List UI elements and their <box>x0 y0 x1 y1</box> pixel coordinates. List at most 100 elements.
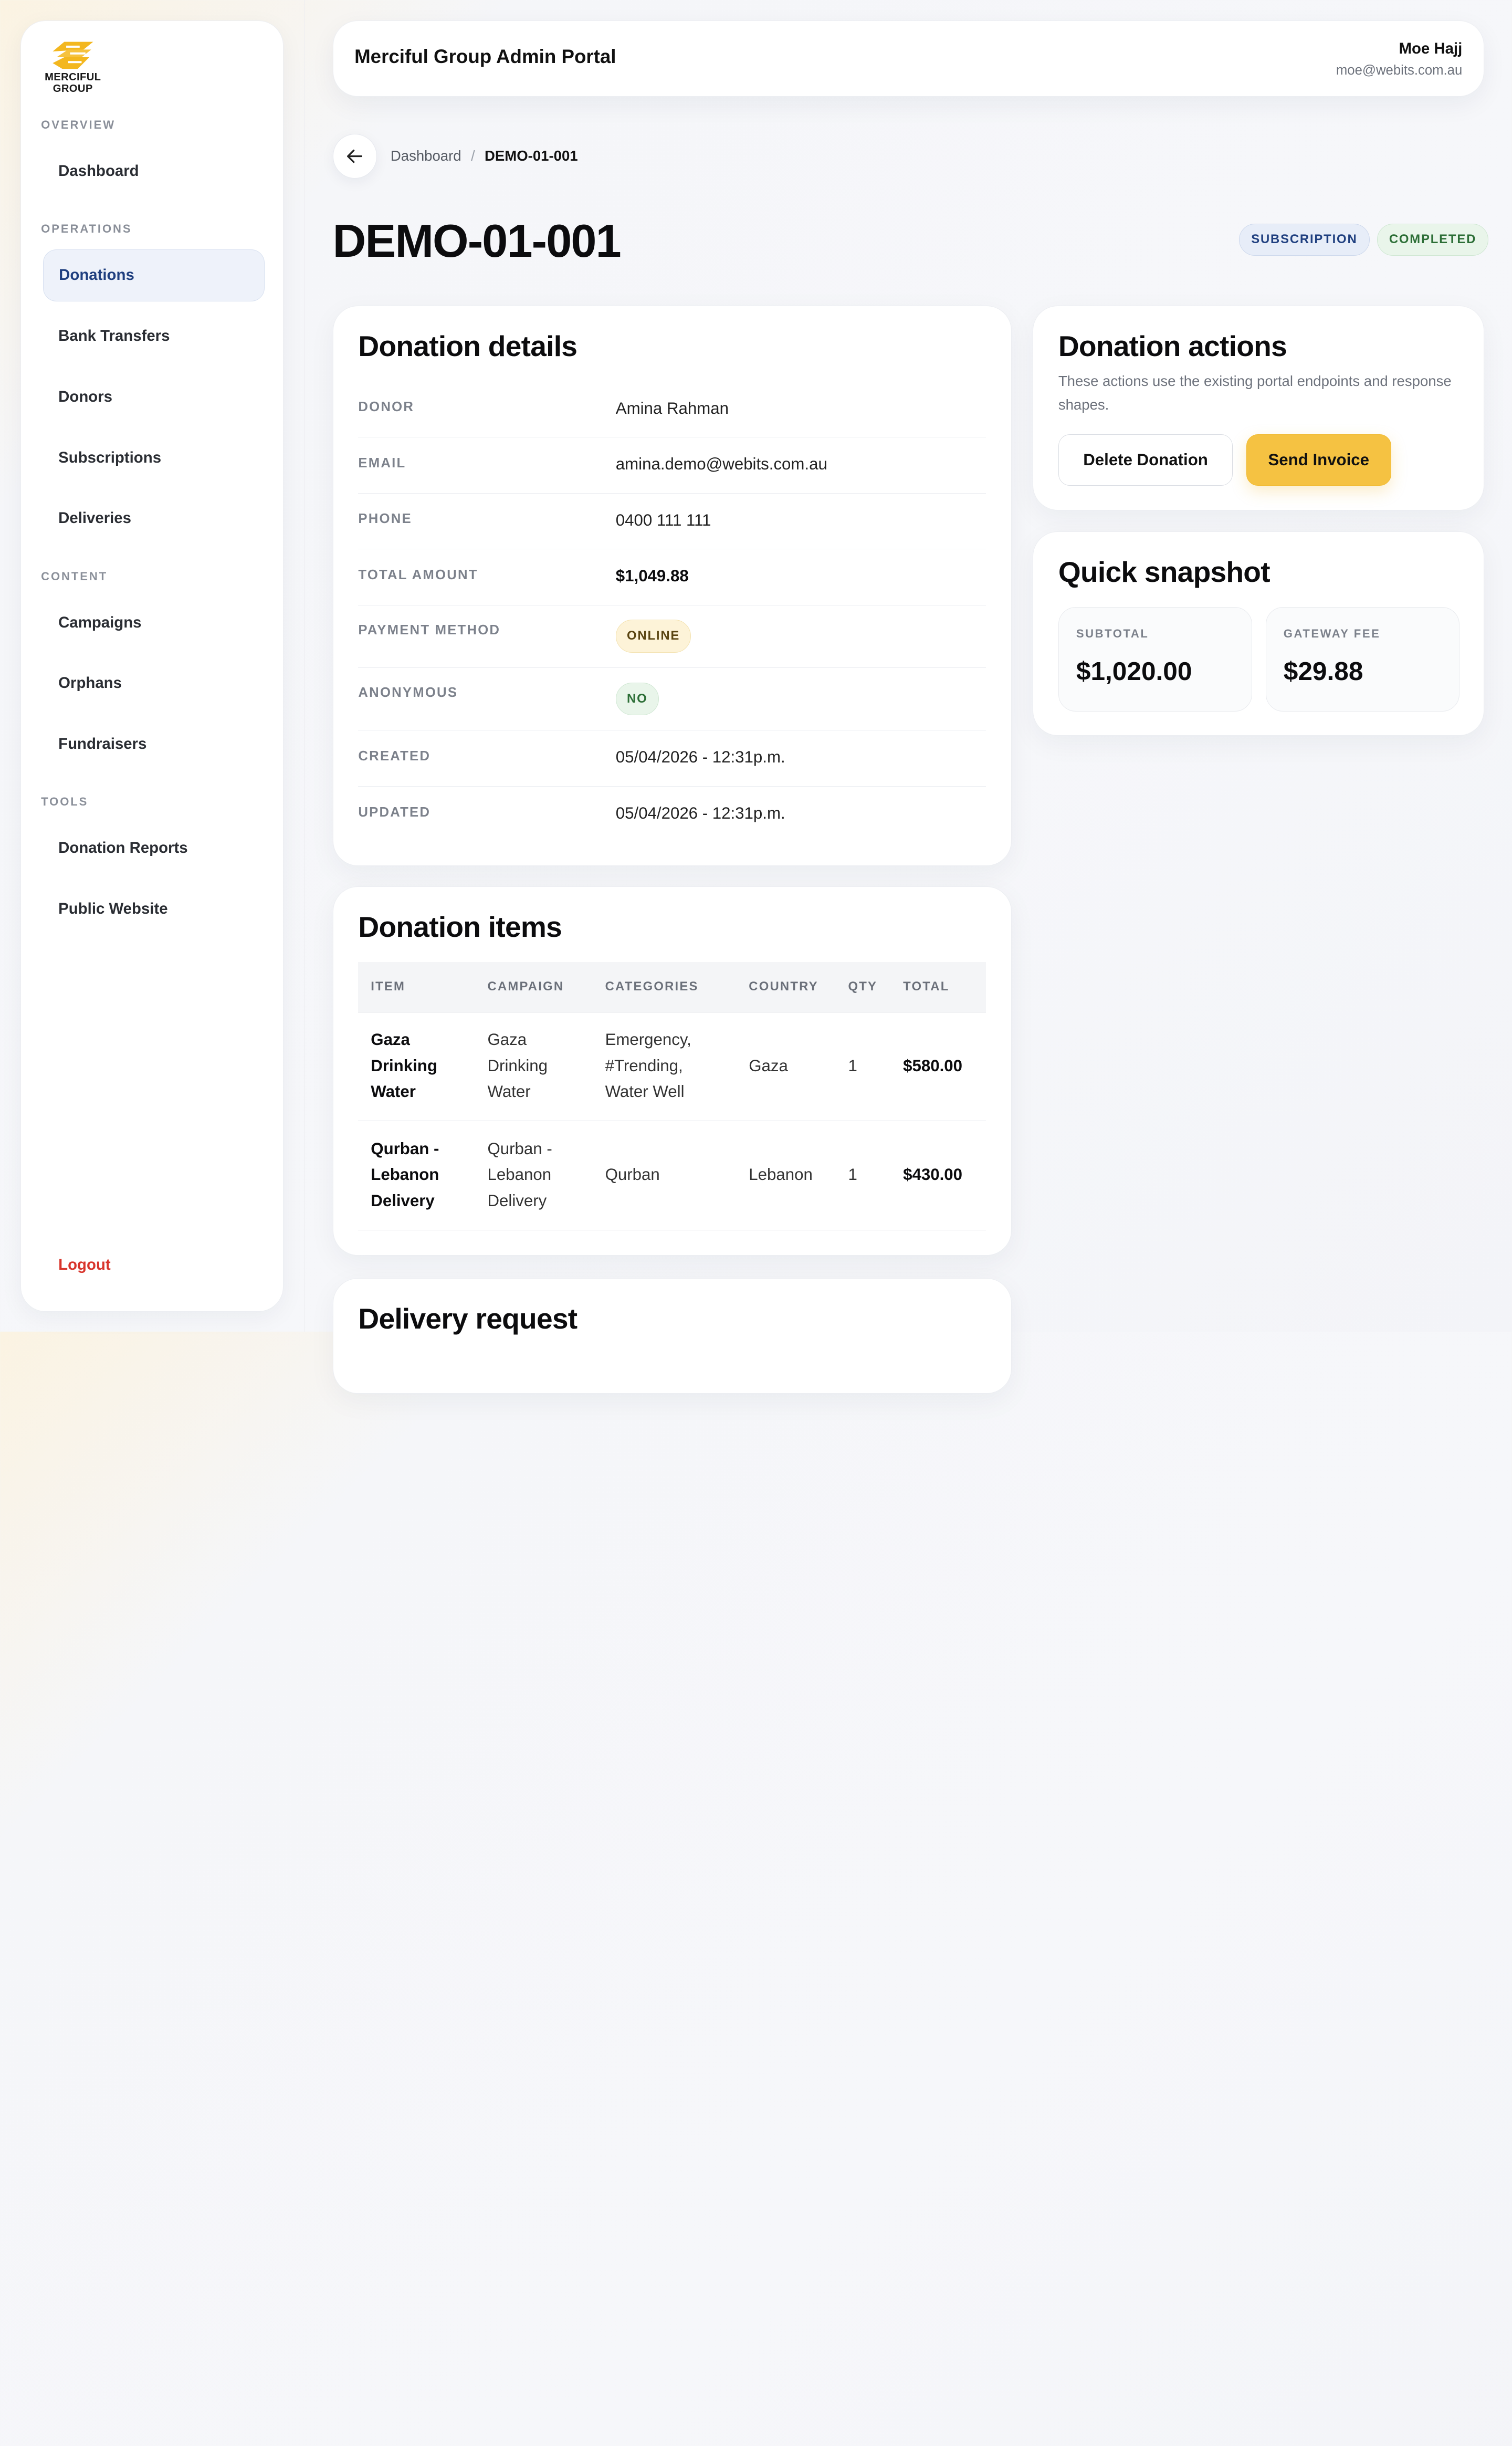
gateway-fee-value: $29.88 <box>1283 656 1363 686</box>
item-name-line: Gaza <box>371 1030 410 1049</box>
campaign-line: Drinking <box>487 1056 548 1075</box>
sidebar-item-bank-transfers[interactable]: Bank Transfers <box>43 310 265 362</box>
updated-value: 05/04/2026 - 12:31p.m. <box>615 803 785 822</box>
detail-label: ANONYMOUS <box>358 685 458 701</box>
brand-logo[interactable]: MERCIFUL GROUP <box>40 40 106 98</box>
top-header: Merciful Group Admin Portal Moe Hajj moe… <box>332 20 1484 97</box>
detail-row-donor: DONOR Amina Rahman <box>358 383 986 437</box>
nav-section-operations: OPERATIONS <box>41 222 132 236</box>
campaign-line: Gaza <box>487 1030 527 1049</box>
nav-section-overview: OVERVIEW <box>41 118 116 132</box>
total-amount-value: $1,049.88 <box>615 567 689 586</box>
quick-snapshot-card: Quick snapshot SUBTOTAL $1,020.00 GATEWA… <box>1033 531 1484 736</box>
column-header-categories: CATEGORIES <box>605 979 699 994</box>
breadcrumb: Dashboard / DEMO-01-001 <box>391 148 578 164</box>
detail-row-updated: UPDATED 05/04/2026 - 12:31p.m. <box>358 787 986 843</box>
detail-row-phone: PHONE 0400 111 111 <box>358 494 986 550</box>
item-name-line: Lebanon <box>371 1165 439 1184</box>
stat-label: SUBTOTAL <box>1076 626 1149 640</box>
email-value[interactable]: amina.demo@webits.com.au <box>616 455 827 474</box>
sidebar-item-donors[interactable]: Donors <box>43 371 265 423</box>
page-title: DEMO-01-001 <box>332 214 622 267</box>
detail-label: DONOR <box>358 400 415 415</box>
donation-actions-description: These actions use the existing portal en… <box>1058 373 1452 413</box>
column-header-country: COUNTRY <box>749 979 818 994</box>
table-row[interactable]: Gaza Drinking Water Gaza Drinking Water … <box>358 1012 986 1122</box>
item-name-line: Water <box>371 1082 416 1101</box>
back-button[interactable] <box>332 134 377 179</box>
user-email: moe@webits.com.au <box>1336 63 1463 78</box>
detail-row-anonymous: ANONYMOUS NO <box>358 668 986 731</box>
quick-snapshot-title: Quick snapshot <box>1058 556 1270 589</box>
portal-title: Merciful Group Admin Portal <box>354 46 616 68</box>
delivery-request-title: Delivery request <box>358 1302 578 1335</box>
detail-label: EMAIL <box>358 455 406 471</box>
sidebar-item-orphans[interactable]: Orphans <box>43 657 265 709</box>
sidebar-item-campaigns[interactable]: Campaigns <box>43 597 265 649</box>
detail-row-total: TOTAL AMOUNT $1,049.88 <box>358 549 986 605</box>
subtotal-stat: SUBTOTAL $1,020.00 <box>1058 607 1253 712</box>
donation-actions-title: Donation actions <box>1058 330 1287 363</box>
campaign-line: Water <box>487 1082 531 1101</box>
detail-label: PHONE <box>358 511 412 527</box>
item-name-line: Delivery <box>371 1191 435 1210</box>
breadcrumb-separator: / <box>470 148 475 164</box>
anonymous-badge: NO <box>615 682 659 715</box>
detail-row-payment: PAYMENT METHOD ONLINE <box>358 605 986 668</box>
sidebar-item-dashboard[interactable]: Dashboard <box>43 145 265 197</box>
sidebar-item-donations[interactable]: Donations <box>43 249 265 302</box>
sidebar-item-deliveries[interactable]: Deliveries <box>43 493 265 545</box>
campaign-cell: Qurban - Lebanon Delivery <box>488 1136 552 1214</box>
app-root: MERCIFUL GROUP OVERVIEW Dashboard OPERAT… <box>0 0 1512 1394</box>
sidebar-item-subscriptions[interactable]: Subscriptions <box>43 432 265 484</box>
donor-value: Amina Rahman <box>615 399 729 417</box>
sidebar-item-donation-reports[interactable]: Donation Reports <box>43 822 265 874</box>
item-name-line: Drinking <box>371 1056 437 1075</box>
total-cell: $580.00 <box>903 1056 962 1075</box>
delete-donation-button[interactable]: Delete Donation <box>1058 434 1233 486</box>
categories-cell: Qurban <box>605 1165 660 1184</box>
breadcrumb-current: DEMO-01-001 <box>485 148 578 164</box>
nav-section-tools: TOOLS <box>41 795 89 809</box>
campaign-cell: Gaza Drinking Water <box>488 1027 548 1105</box>
qty-cell: 1 <box>848 1165 857 1184</box>
status-badge: COMPLETED <box>1377 224 1489 256</box>
category-line: Emergency, <box>605 1030 691 1049</box>
table-row[interactable]: Qurban - Lebanon Delivery Qurban - Leban… <box>358 1121 986 1230</box>
column-header-item: ITEM <box>371 979 406 994</box>
campaign-line: Delivery <box>487 1191 547 1210</box>
item-cell: Gaza Drinking Water <box>371 1027 437 1105</box>
category-line: Water Well <box>605 1082 685 1101</box>
subtotal-value: $1,020.00 <box>1076 656 1192 686</box>
sidebar-column: MERCIFUL GROUP OVERVIEW Dashboard OPERAT… <box>0 0 305 1332</box>
item-cell: Qurban - Lebanon Delivery <box>371 1136 439 1214</box>
nav-section-content: CONTENT <box>41 569 108 583</box>
detail-label: TOTAL AMOUNT <box>358 567 478 582</box>
sidebar: MERCIFUL GROUP OVERVIEW Dashboard OPERAT… <box>20 20 284 1312</box>
sidebar-item-public-website[interactable]: Public Website <box>43 883 265 935</box>
donation-items-title: Donation items <box>358 911 562 943</box>
detail-label: PAYMENT METHOD <box>358 622 501 637</box>
donation-details-title: Donation details <box>358 330 578 363</box>
column-header-total: TOTAL <box>903 979 950 994</box>
column-header-campaign: CAMPAIGN <box>487 979 564 994</box>
detail-label: CREATED <box>358 749 431 764</box>
donation-items-card: Donation items ITEM CAMPAIGN CATEGORIES … <box>332 886 1012 1256</box>
gateway-fee-stat: GATEWAY FEE $29.88 <box>1265 607 1460 712</box>
logo-text-line1: MERCIFUL <box>45 71 101 83</box>
arrow-left-icon <box>347 149 363 163</box>
sidebar-item-fundraisers[interactable]: Fundraisers <box>43 718 265 770</box>
logout-button[interactable]: Logout <box>43 1239 265 1291</box>
send-invoice-button[interactable]: Send Invoice <box>1246 434 1391 486</box>
country-cell: Gaza <box>749 1056 788 1075</box>
campaign-line: Qurban - <box>487 1139 552 1158</box>
item-name-line: Qurban - <box>371 1139 439 1158</box>
created-value: 05/04/2026 - 12:31p.m. <box>615 748 785 767</box>
total-cell: $430.00 <box>903 1165 962 1184</box>
donation-actions-card: Donation actions These actions use the e… <box>1033 306 1484 510</box>
user-name[interactable]: Moe Hajj <box>1399 40 1462 58</box>
breadcrumb-dashboard-link[interactable]: Dashboard <box>391 148 461 164</box>
phone-value: 0400 111 111 <box>615 510 711 529</box>
merciful-group-logo-icon <box>52 41 93 69</box>
detail-row-email: EMAIL amina.demo@webits.com.au <box>358 437 986 494</box>
